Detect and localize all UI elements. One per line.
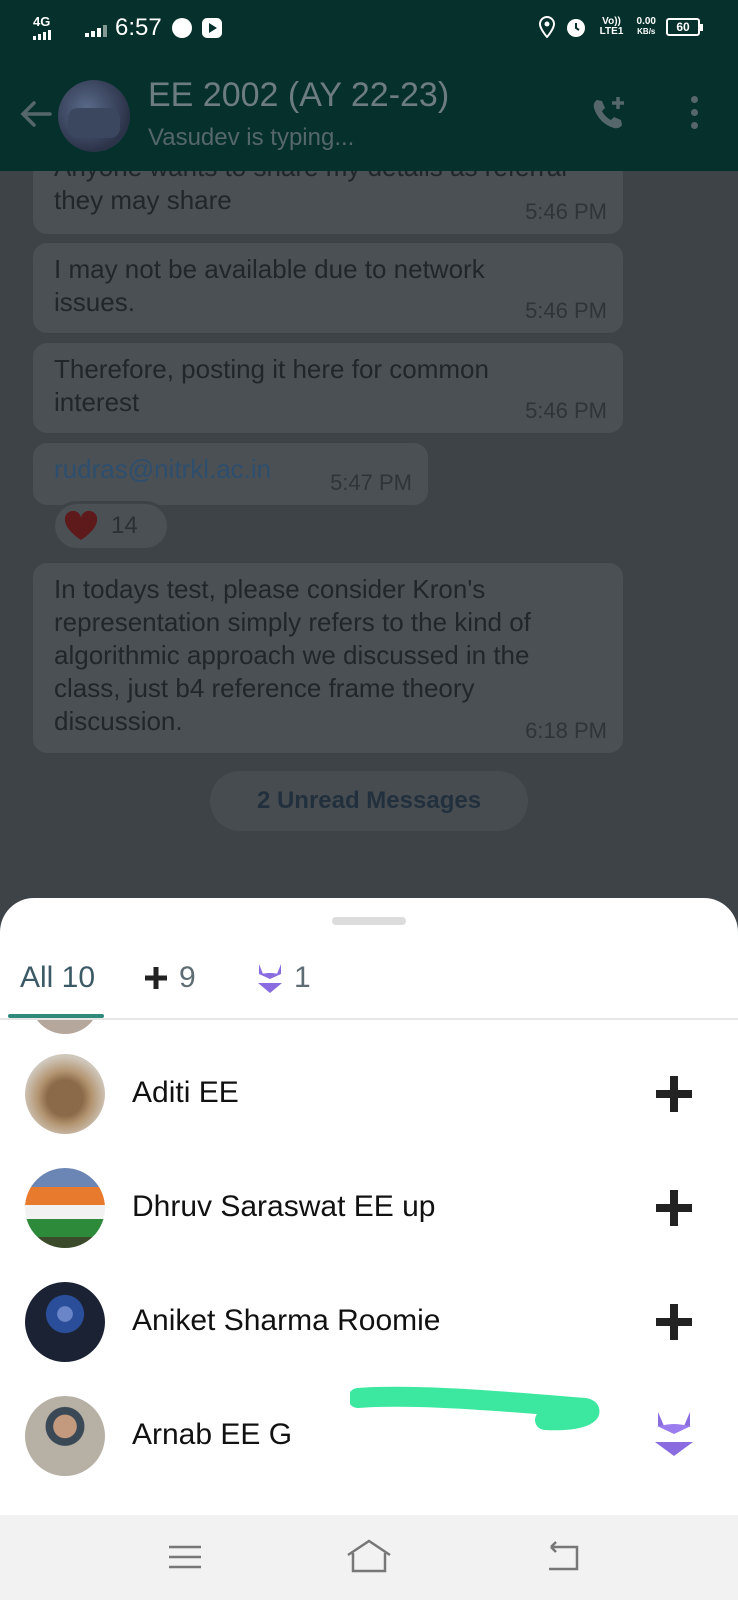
reaction-tabs: All 10 9 1 (0, 936, 738, 1020)
plus-icon (656, 1076, 692, 1112)
message-text: Therefore, posting it here for common in… (54, 354, 489, 417)
overflow-menu-icon[interactable] (680, 96, 708, 136)
avatar[interactable] (25, 1054, 105, 1134)
plus-icon (656, 1304, 692, 1340)
signal-4g-icon: 4G (33, 14, 67, 42)
battery-indicator: 60 (666, 18, 703, 36)
member-name: Aditi EE (132, 1076, 239, 1109)
back-icon[interactable] (543, 1537, 583, 1577)
bikini-emoji-icon (256, 961, 284, 995)
plus-icon (656, 1190, 692, 1226)
youtube-notification-icon (201, 18, 222, 38)
member-name: Dhruv Saraswat EE up (132, 1190, 436, 1223)
drag-handle[interactable] (332, 917, 406, 925)
highlight-stroke (350, 1386, 600, 1431)
email-link[interactable]: rudras@nitrkl.ac.in (54, 454, 271, 484)
message-bubble[interactable]: Therefore, posting it here for common in… (33, 343, 623, 433)
member-name: Arnab EE G (132, 1418, 293, 1451)
add-call-icon[interactable] (588, 94, 628, 134)
group-avatar[interactable] (58, 80, 130, 152)
heart-icon (64, 510, 98, 540)
list-item[interactable]: Dhruv Saraswat EE up (0, 1154, 738, 1264)
location-icon (538, 16, 555, 38)
status-time: 6:57 (115, 14, 162, 41)
message-time: 5:46 PM (525, 199, 607, 224)
status-bar: 4G 6:57 Vo)) LTE1 0.00 KB/s 60 (0, 0, 738, 56)
message-bubble[interactable]: Anyone wants to share my details as refe… (33, 171, 623, 234)
plus-icon (143, 965, 169, 991)
back-arrow-icon[interactable] (16, 94, 56, 134)
message-time: 5:46 PM (525, 398, 607, 423)
list-item[interactable]: Aniket Sharma Roomie (0, 1268, 738, 1378)
tab-plus[interactable]: 9 (143, 936, 196, 1020)
network-type: 4G (33, 14, 51, 29)
call-notification-icon (171, 18, 192, 38)
message-bubble[interactable]: In todays test, please consider Kron's r… (33, 563, 623, 753)
tab-bikini[interactable]: 1 (256, 936, 311, 1020)
message-bubble[interactable]: rudras@nitrkl.ac.in 5:47 PM (33, 443, 428, 505)
avatar[interactable] (25, 1168, 105, 1248)
reaction-chip[interactable]: 14 (52, 501, 170, 551)
message-time: 5:47 PM (330, 470, 412, 495)
network-speed: 0.00 KB/s (636, 16, 656, 37)
message-text: In todays test, please consider Kron's r… (54, 574, 531, 736)
avatar (30, 1020, 100, 1034)
bikini-emoji-icon (655, 1412, 693, 1456)
message-time: 6:18 PM (525, 718, 607, 743)
tab-all-label: All 10 (20, 961, 96, 994)
signal-strength-icon (85, 25, 107, 37)
tab-all[interactable]: All 10 (20, 936, 95, 1020)
typing-status: Vasudev is typing... (148, 124, 355, 151)
home-icon[interactable] (344, 1537, 394, 1577)
chat-messages: Anyone wants to share my details as refe… (0, 171, 738, 900)
avatar[interactable] (25, 1396, 105, 1476)
tab-bikini-count: 1 (294, 961, 311, 994)
reaction-count: 14 (111, 512, 138, 539)
group-title[interactable]: EE 2002 (AY 22-23) (148, 76, 449, 115)
menu-icon[interactable] (165, 1537, 205, 1577)
tab-selected-indicator (8, 1014, 104, 1018)
message-bubble[interactable]: I may not be available due to network is… (33, 243, 623, 333)
alarm-icon (566, 19, 585, 37)
message-time: 5:46 PM (525, 298, 607, 323)
list-item[interactable]: Aditi EE (0, 1040, 738, 1150)
volte-indicator: Vo)) LTE1 (599, 16, 624, 37)
chat-header: EE 2002 (AY 22-23) Vasudev is typing... (0, 56, 738, 171)
avatar[interactable] (25, 1282, 105, 1362)
message-text: Anyone wants to share my details as refe… (54, 171, 567, 215)
system-navigation-bar (0, 1515, 738, 1600)
member-name: Aniket Sharma Roomie (132, 1304, 441, 1337)
message-text: I may not be available due to network is… (54, 254, 485, 317)
tab-plus-count: 9 (179, 961, 196, 994)
unread-messages-banner: 2 Unread Messages (210, 771, 528, 831)
